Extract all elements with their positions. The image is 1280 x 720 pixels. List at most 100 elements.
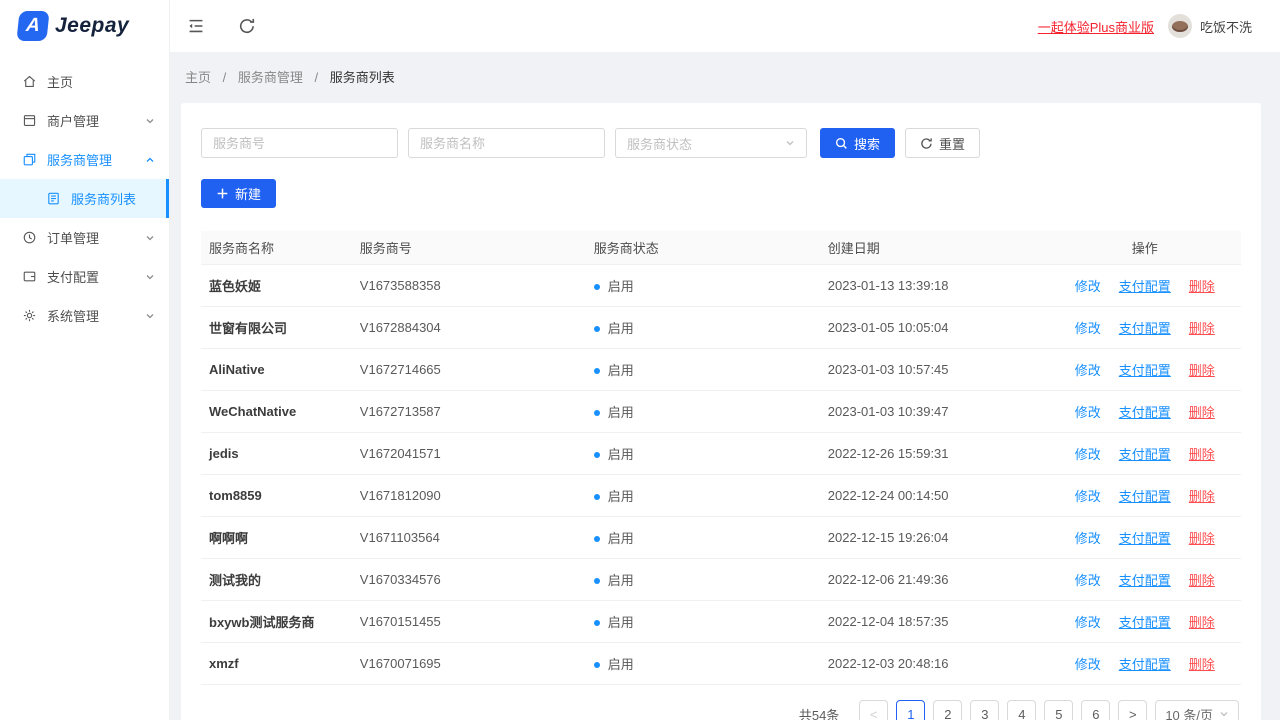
edit-link[interactable]: 修改 — [1075, 447, 1101, 462]
row-actions: 修改 支付配置 删除 — [1049, 433, 1241, 475]
sidebar-item-system-management[interactable]: 系统管理 — [0, 296, 169, 335]
refresh-icon[interactable] — [238, 17, 256, 35]
pay-config-link[interactable]: 支付配置 — [1119, 531, 1171, 546]
pagination-page-6[interactable]: 6 — [1081, 700, 1110, 720]
status-badge: 启用 — [608, 531, 634, 546]
pay-config-link[interactable]: 支付配置 — [1119, 321, 1171, 336]
pay-config-link[interactable]: 支付配置 — [1119, 447, 1171, 462]
menu-fold-icon[interactable] — [187, 17, 205, 35]
reset-button[interactable]: 重置 — [905, 128, 980, 158]
sidebar-item-label: 商户管理 — [47, 111, 145, 130]
isv-created: 2023-01-13 13:39:18 — [820, 265, 1049, 307]
pagination-next-button[interactable]: > — [1118, 700, 1147, 720]
edit-link[interactable]: 修改 — [1075, 615, 1101, 630]
isv-created: 2022-12-04 18:57:35 — [820, 601, 1049, 643]
pagination-prev-button[interactable]: < — [859, 700, 888, 720]
delete-link[interactable]: 删除 — [1189, 657, 1215, 672]
isv-created: 2022-12-15 19:26:04 — [820, 517, 1049, 559]
pagination-page-2[interactable]: 2 — [933, 700, 962, 720]
isv-name: 测试我的 — [201, 559, 352, 601]
sidebar-item-pay-config[interactable]: 支付配置 — [0, 257, 169, 296]
pay-config-link[interactable]: 支付配置 — [1119, 489, 1171, 504]
edit-link[interactable]: 修改 — [1075, 573, 1101, 588]
delete-link[interactable]: 删除 — [1189, 573, 1215, 588]
create-button[interactable]: 新建 — [201, 179, 276, 208]
sidebar-item-merchant-management[interactable]: 商户管理 — [0, 101, 169, 140]
username[interactable]: 吃饭不洗 — [1200, 17, 1252, 36]
filter-bar: 服务商状态 搜索 重置 — [201, 128, 1241, 158]
topbar-right: 一起体验Plus商业版 吃饭不洗 — [1038, 14, 1252, 38]
sidebar-item-home[interactable]: 主页 — [0, 62, 169, 101]
edit-link[interactable]: 修改 — [1075, 405, 1101, 420]
isv-no: V1672713587 — [352, 391, 586, 433]
pay-config-link[interactable]: 支付配置 — [1119, 279, 1171, 294]
sidebar-item-isv-management[interactable]: 服务商管理 — [0, 140, 169, 179]
delete-link[interactable]: 删除 — [1189, 447, 1215, 462]
delete-link[interactable]: 删除 — [1189, 489, 1215, 504]
avatar[interactable] — [1168, 14, 1192, 38]
isv-name-input[interactable] — [408, 128, 605, 158]
pagination-page-5[interactable]: 5 — [1044, 700, 1073, 720]
pay-config-link[interactable]: 支付配置 — [1119, 405, 1171, 420]
col-header-actions: 操作 — [1049, 231, 1241, 265]
sidebar-item-isv-list[interactable]: 服务商列表 — [0, 179, 169, 218]
pay-config-link[interactable]: 支付配置 — [1119, 573, 1171, 588]
breadcrumb-item-isv-management[interactable]: 服务商管理 — [238, 70, 303, 85]
isv-created: 2023-01-03 10:57:45 — [820, 349, 1049, 391]
search-icon — [835, 137, 848, 150]
status-dot-icon — [594, 536, 600, 542]
edit-link[interactable]: 修改 — [1075, 531, 1101, 546]
isv-no: V1673588358 — [352, 265, 586, 307]
search-button[interactable]: 搜索 — [820, 128, 895, 158]
isv-status: 启用 — [586, 643, 820, 685]
pagination-page-4[interactable]: 4 — [1007, 700, 1036, 720]
plus-promo-link[interactable]: 一起体验Plus商业版 — [1038, 17, 1154, 36]
delete-link[interactable]: 删除 — [1189, 531, 1215, 546]
status-badge: 启用 — [608, 489, 634, 504]
sidebar: A Jeepay 主页 商户管理 — [0, 0, 170, 720]
home-icon — [22, 74, 37, 89]
isv-status: 启用 — [586, 391, 820, 433]
pay-config-link[interactable]: 支付配置 — [1119, 657, 1171, 672]
pay-config-link[interactable]: 支付配置 — [1119, 363, 1171, 378]
sidebar-item-label: 订单管理 — [47, 228, 145, 247]
status-badge: 启用 — [608, 657, 634, 672]
brand-logo[interactable]: A Jeepay — [0, 0, 169, 52]
pay-config-link[interactable]: 支付配置 — [1119, 615, 1171, 630]
gear-icon — [22, 308, 37, 323]
shop-icon — [22, 113, 37, 128]
delete-link[interactable]: 删除 — [1189, 279, 1215, 294]
isv-no: V1670071695 — [352, 643, 586, 685]
isv-name: bxywb测试服务商 — [201, 601, 352, 643]
isv-status: 启用 — [586, 307, 820, 349]
plus-icon — [216, 187, 229, 200]
col-header-created: 创建日期 — [820, 231, 1049, 265]
chevron-down-icon — [145, 116, 155, 126]
sidebar-item-order-management[interactable]: 订单管理 — [0, 218, 169, 257]
pagination: 共54条 < 1 2 3 4 5 6 > 10 条/页 — [201, 685, 1241, 720]
isv-no: V1670334576 — [352, 559, 586, 601]
col-header-name: 服务商名称 — [201, 231, 352, 265]
isv-no: V1672714665 — [352, 349, 586, 391]
isv-created: 2023-01-05 10:05:04 — [820, 307, 1049, 349]
edit-link[interactable]: 修改 — [1075, 363, 1101, 378]
isv-status-select[interactable]: 服务商状态 — [615, 128, 807, 158]
edit-link[interactable]: 修改 — [1075, 657, 1101, 672]
edit-link[interactable]: 修改 — [1075, 489, 1101, 504]
page-size-select[interactable]: 10 条/页 — [1155, 700, 1239, 720]
edit-link[interactable]: 修改 — [1075, 321, 1101, 336]
delete-link[interactable]: 删除 — [1189, 321, 1215, 336]
delete-link[interactable]: 删除 — [1189, 405, 1215, 420]
isv-no-input[interactable] — [201, 128, 398, 158]
table-row: 啊啊啊 V1671103564 启用 2022-12-15 19:26:04 修… — [201, 517, 1241, 559]
pagination-page-3[interactable]: 3 — [970, 700, 999, 720]
breadcrumb-separator: / — [223, 70, 227, 85]
edit-link[interactable]: 修改 — [1075, 279, 1101, 294]
sidebar-item-label: 主页 — [47, 72, 155, 91]
chevron-down-icon — [145, 233, 155, 243]
isv-name: AliNative — [201, 349, 352, 391]
breadcrumb-item-home[interactable]: 主页 — [185, 70, 211, 85]
delete-link[interactable]: 删除 — [1189, 363, 1215, 378]
pagination-page-1[interactable]: 1 — [896, 700, 925, 720]
delete-link[interactable]: 删除 — [1189, 615, 1215, 630]
